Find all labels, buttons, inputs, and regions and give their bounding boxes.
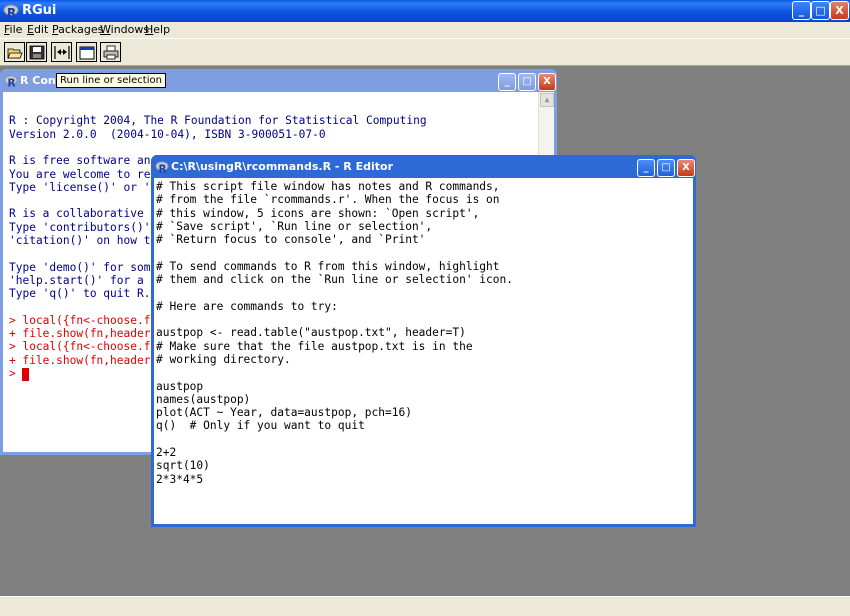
editor-line: austpop — [156, 379, 204, 393]
run-line-button[interactable] — [51, 42, 72, 62]
folder-open-icon — [7, 48, 23, 59]
r-logo-icon: R — [155, 161, 169, 174]
app-title: RGui — [22, 3, 57, 18]
return-to-console-button[interactable] — [76, 42, 97, 62]
toolbar — [0, 38, 850, 66]
menu-file[interactable]: File — [4, 23, 22, 36]
console-line: R is free software and — [9, 154, 158, 168]
r-logo-icon: R — [4, 75, 18, 88]
floppy-disk-icon — [29, 45, 45, 60]
editor-line: names(austpop) — [156, 392, 251, 406]
editor-line: # `Save script', `Run line or selection'… — [156, 219, 433, 233]
print-button[interactable] — [100, 42, 121, 62]
editor-line: # from the file `rcommands.r'. When the … — [156, 193, 500, 207]
editor-line: # Here are commands to try: — [156, 299, 338, 313]
console-line: + file.show(fn,header= — [9, 353, 158, 367]
r-logo-icon: R — [3, 4, 19, 19]
printer-icon — [103, 45, 119, 60]
editor-title: C:\R\usingR\rcommands.R - R Editor — [171, 160, 393, 173]
close-button[interactable]: X — [830, 1, 849, 20]
editor-line: # them and click on the `Run line or sel… — [156, 273, 513, 287]
editor-window[interactable]: R C:\R\usingR\rcommands.R - R Editor _ □… — [151, 155, 696, 527]
minimize-button[interactable]: _ — [792, 1, 811, 20]
editor-maximize-button[interactable]: □ — [657, 159, 675, 177]
editor-line: 2*3*4*5 — [156, 472, 204, 486]
menu-packages[interactable]: Packages — [52, 23, 103, 36]
editor-line: # This script file window has notes and … — [156, 180, 500, 193]
editor-line: # working directory. — [156, 352, 291, 366]
editor-close-button[interactable]: X — [677, 159, 695, 177]
console-line: Type 'demo()' for some — [9, 260, 158, 274]
console-line: > — [9, 367, 16, 380]
console-line: Type 'contributors()' — [9, 220, 151, 234]
console-line: 'help.start()' for a H — [9, 273, 158, 287]
console-line: Version 2.0.0 (2004-10-04), ISBN 3-90005… — [9, 127, 326, 141]
restore-button[interactable]: □ — [811, 1, 830, 20]
console-line: > local({fn<-choose.fi — [9, 340, 158, 354]
editor-line: 2+2 — [156, 446, 177, 459]
console-line: Type 'license()' or 'l — [9, 180, 158, 194]
editor-line: q() # Only if you want to quit — [156, 419, 365, 433]
editor-line: # To send commands to R from this window… — [156, 259, 500, 273]
editor-line: plot(ACT ~ Year, data=austpop, pch=16) — [156, 406, 412, 420]
svg-text:R: R — [7, 6, 16, 19]
editor-text-area[interactable]: # This script file window has notes and … — [154, 178, 693, 524]
editor-title-bar[interactable]: R C:\R\usingR\rcommands.R - R Editor _ □… — [154, 158, 695, 177]
rgui-window: R RGui _ □ X File Edit Packages Windows … — [0, 0, 850, 616]
console-line: You are welcome to re — [9, 167, 151, 181]
editor-line: # Make sure that the file austpop.txt is… — [156, 339, 473, 353]
title-bar[interactable]: R RGui _ □ X — [0, 0, 850, 22]
console-close-button[interactable]: X — [538, 73, 556, 91]
console-line: R : Copyright 2004, The R Foundation for… — [9, 114, 427, 128]
menu-edit[interactable]: Edit — [27, 23, 48, 36]
menu-bar: File Edit Packages Windows Help — [0, 22, 850, 38]
editor-line: # this window, 5 icons are shown: `Open … — [156, 206, 480, 220]
open-script-button[interactable] — [4, 42, 25, 62]
status-bar — [0, 596, 850, 616]
save-script-button[interactable] — [26, 42, 47, 62]
console-line: + file.show(fn,header= — [9, 327, 158, 341]
tooltip: Run line or selection — [56, 73, 166, 88]
scroll-up-arrow-icon[interactable]: ▲ — [540, 93, 554, 107]
console-maximize-button[interactable]: □ — [518, 73, 536, 91]
editor-line: sqrt(10) — [156, 459, 210, 473]
console-line: Type 'q()' to quit R. — [9, 287, 151, 301]
console-cursor — [22, 368, 29, 381]
editor-line: austpop <- read.table("austpop.txt", hea… — [156, 326, 466, 340]
run-arrows-icon — [54, 46, 70, 59]
editor-minimize-button[interactable]: _ — [637, 159, 655, 177]
svg-text:R: R — [159, 163, 167, 174]
console-line: R is a collaborative p — [9, 207, 158, 221]
console-line: 'citation()' on how to — [9, 234, 158, 247]
menu-help[interactable]: Help — [145, 23, 170, 36]
console-line: > local({fn<-choose.fi — [9, 313, 158, 327]
svg-text:R: R — [8, 77, 16, 88]
console-window-icon — [79, 46, 95, 60]
console-minimize-button[interactable]: _ — [498, 73, 516, 91]
editor-line: # `Return focus to console', and `Print' — [156, 233, 426, 247]
menu-windows[interactable]: Windows — [100, 23, 149, 36]
